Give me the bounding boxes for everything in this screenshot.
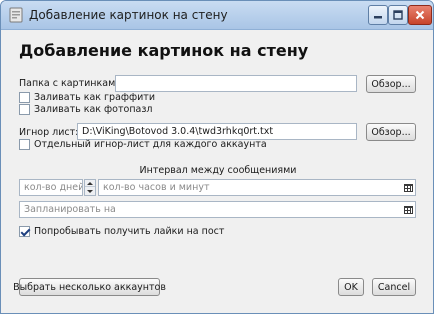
dialog-content: Добавление картинок на стену Папка с кар… — [1, 31, 433, 313]
page-title: Добавление картинок на стену — [19, 41, 309, 60]
chevron-up-icon — [87, 181, 93, 185]
puzzle-label: Заливать как фотопазл — [34, 104, 153, 115]
spin-down-button[interactable] — [85, 188, 95, 195]
schedule-input[interactable]: Запланировать на — [19, 201, 416, 218]
select-accounts-button[interactable]: Выбрать несколько аккаунтов — [13, 278, 166, 296]
folder-browse-button[interactable]: Обзор... — [366, 75, 416, 93]
app-icon — [9, 7, 23, 23]
separate-ignore-label: Отдельный игнор-лист для каждого аккаунт… — [34, 139, 267, 150]
schedule-placeholder: Запланировать на — [24, 204, 116, 215]
calendar-icon[interactable] — [404, 184, 413, 192]
ignore-browse-button[interactable]: Обзор... — [366, 123, 416, 141]
minimize-button[interactable] — [368, 5, 388, 25]
hours-placeholder: кол-во часов и минут — [103, 182, 210, 193]
maximize-button[interactable] — [388, 5, 408, 25]
minimize-icon — [374, 16, 382, 19]
hours-input[interactable]: кол-во часов и минут — [98, 179, 416, 196]
days-spinner[interactable] — [84, 179, 96, 196]
calendar-icon[interactable] — [404, 206, 413, 214]
separate-ignore-checkbox[interactable] — [19, 139, 30, 150]
folder-label: Папка с картинками: — [19, 78, 125, 89]
puzzle-checkbox[interactable] — [19, 104, 30, 115]
dialog-window: Добавление картинок на стену Добавление … — [0, 0, 434, 314]
chevron-down-icon — [87, 190, 93, 193]
interval-title: Интервал между сообщениями — [139, 165, 297, 176]
close-button[interactable] — [408, 5, 432, 25]
window-title: Добавление картинок на стену — [29, 8, 228, 22]
graffiti-checkbox[interactable] — [19, 92, 30, 103]
folder-input[interactable] — [115, 75, 357, 92]
likes-checkbox[interactable] — [19, 226, 30, 237]
ignore-input[interactable]: D:\ViKing\Botovod 3.0.4\twd3rhkq0rt.txt — [77, 123, 357, 140]
close-icon — [415, 10, 425, 20]
maximize-icon — [393, 10, 403, 20]
ignore-label: Игнор лист: — [19, 127, 79, 138]
title-bar[interactable]: Добавление картинок на стену — [1, 1, 433, 30]
spin-up-button[interactable] — [85, 180, 95, 187]
cancel-button[interactable]: Cancel — [372, 278, 416, 296]
days-placeholder: кол-во дней — [24, 182, 83, 193]
graffiti-label: Заливать как граффити — [34, 92, 156, 103]
days-input[interactable]: кол-во дней — [19, 179, 83, 196]
ok-button[interactable]: OK — [338, 278, 364, 296]
likes-label: Попробывать получить лайки на пост — [34, 226, 225, 237]
